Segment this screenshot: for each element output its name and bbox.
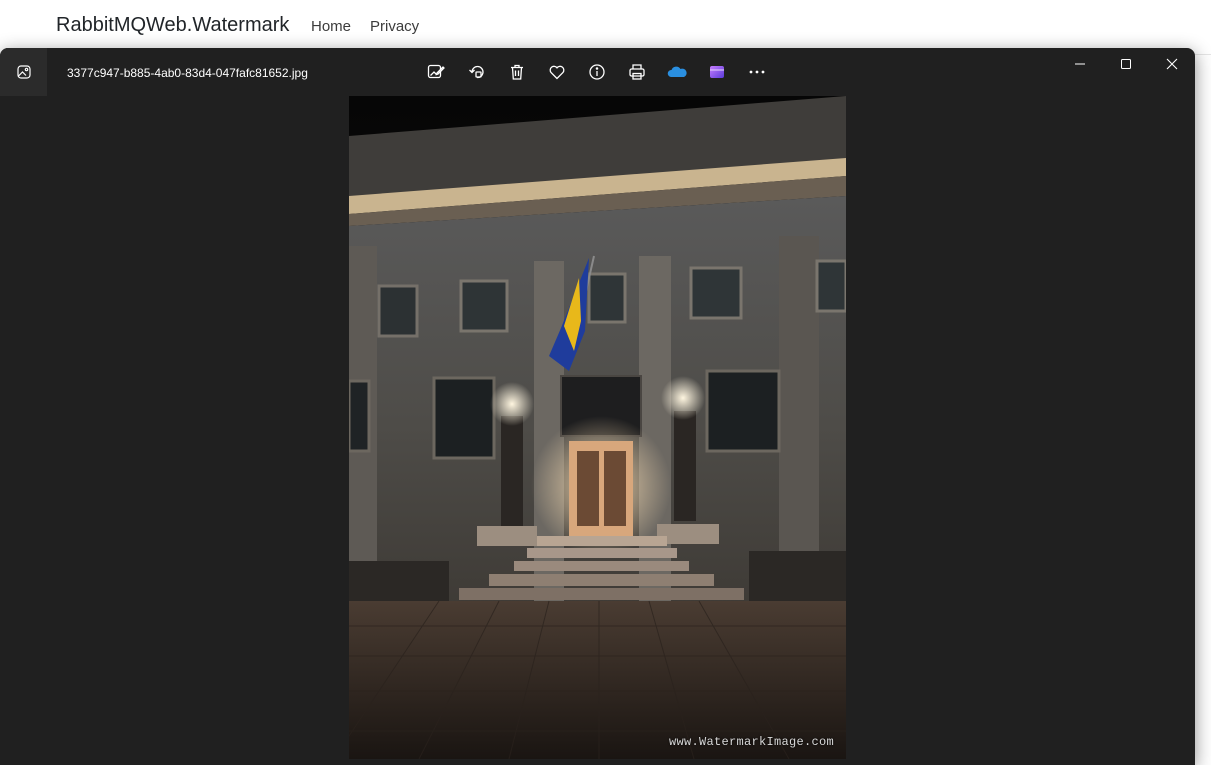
favorite-button[interactable]	[545, 60, 569, 84]
edit-image-icon	[427, 63, 445, 81]
maximize-button[interactable]	[1106, 52, 1146, 76]
displayed-photo: www.WatermarkImage.com	[349, 96, 846, 759]
close-icon	[1166, 58, 1178, 70]
onedrive-icon	[666, 64, 688, 80]
building-photo-illustration	[349, 96, 846, 759]
photo-watermark: www.WatermarkImage.com	[668, 735, 834, 749]
site-brand-link[interactable]: RabbitMQWeb.Watermark	[56, 14, 289, 37]
photos-app-icon	[16, 64, 32, 80]
info-button[interactable]	[585, 60, 609, 84]
file-name: 3377c947-b885-4ab0-83d4-047fafc81652.jpg	[67, 66, 308, 80]
nav-link-home[interactable]: Home	[311, 18, 351, 35]
delete-icon	[508, 63, 526, 81]
edit-image-button[interactable]	[424, 60, 448, 84]
nav-link-privacy[interactable]: Privacy	[370, 18, 419, 35]
minimize-icon	[1074, 58, 1086, 70]
rotate-icon	[468, 63, 486, 81]
photos-app-icon-box[interactable]	[0, 48, 47, 96]
close-button[interactable]	[1152, 52, 1192, 76]
more-icon	[748, 63, 766, 81]
photo-viewer-window: 3377c947-b885-4ab0-83d4-047fafc81652.jpg	[0, 48, 1195, 765]
site-header: RabbitMQWeb.Watermark Home Privacy	[0, 0, 1211, 55]
info-icon	[588, 63, 606, 81]
favorite-icon	[548, 63, 566, 81]
more-options-button[interactable]	[745, 60, 769, 84]
clipchamp-button[interactable]	[705, 60, 729, 84]
rotate-button[interactable]	[465, 60, 489, 84]
onedrive-button[interactable]	[665, 60, 689, 84]
maximize-icon	[1120, 58, 1132, 70]
minimize-button[interactable]	[1060, 52, 1100, 76]
print-button[interactable]	[625, 60, 649, 84]
delete-button[interactable]	[505, 60, 529, 84]
print-icon	[628, 63, 646, 81]
clipchamp-icon	[708, 63, 726, 81]
